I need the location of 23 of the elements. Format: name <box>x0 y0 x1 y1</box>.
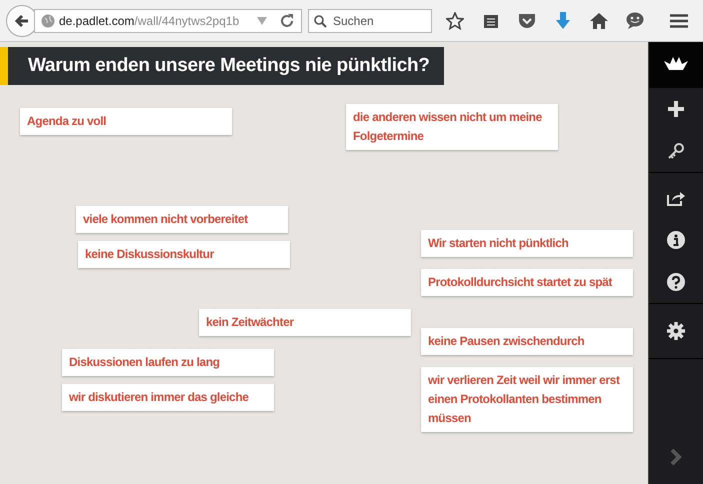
note-card[interactable]: keine Pausen zwischendurch <box>421 328 633 355</box>
address-bar[interactable]: de.padlet.com/wall/44nytws2pq1b <box>34 8 302 32</box>
note-card[interactable]: viele kommen nicht vorbereitet <box>76 206 288 233</box>
share-icon[interactable] <box>667 190 685 206</box>
plus-icon[interactable] <box>668 101 684 117</box>
globe-icon <box>41 14 55 28</box>
key-icon[interactable] <box>668 143 684 159</box>
note-card[interactable]: kein Zeitwächter <box>199 309 411 336</box>
gear-icon[interactable] <box>667 322 685 340</box>
note-card[interactable]: Wir starten nicht pünktlich <box>421 230 633 257</box>
help-icon[interactable] <box>667 273 685 291</box>
note-card[interactable]: Agenda zu voll <box>20 108 232 135</box>
note-card[interactable]: wir verlieren Zeit weil wir immer erst einen Protokollanten bestimmen müssen <box>421 367 633 432</box>
wall-title: Warum enden unsere Meetings nie pünktlich? <box>0 47 444 85</box>
note-card[interactable]: die anderen wissen nicht um meine Folgetermine <box>346 104 558 150</box>
info-icon[interactable] <box>667 231 685 249</box>
back-arrow-icon <box>14 12 30 28</box>
note-card[interactable]: keine Diskussionskultur <box>78 241 290 268</box>
note-card[interactable]: Protokolldurchsicht startet zu spät <box>421 269 633 296</box>
note-card[interactable]: Diskussionen laufen zu lang <box>62 349 274 376</box>
note-card[interactable]: wir diskutieren immer das gleiche <box>62 384 274 411</box>
reload-icon[interactable] <box>279 12 295 28</box>
search-field[interactable]: Suchen <box>308 8 432 32</box>
